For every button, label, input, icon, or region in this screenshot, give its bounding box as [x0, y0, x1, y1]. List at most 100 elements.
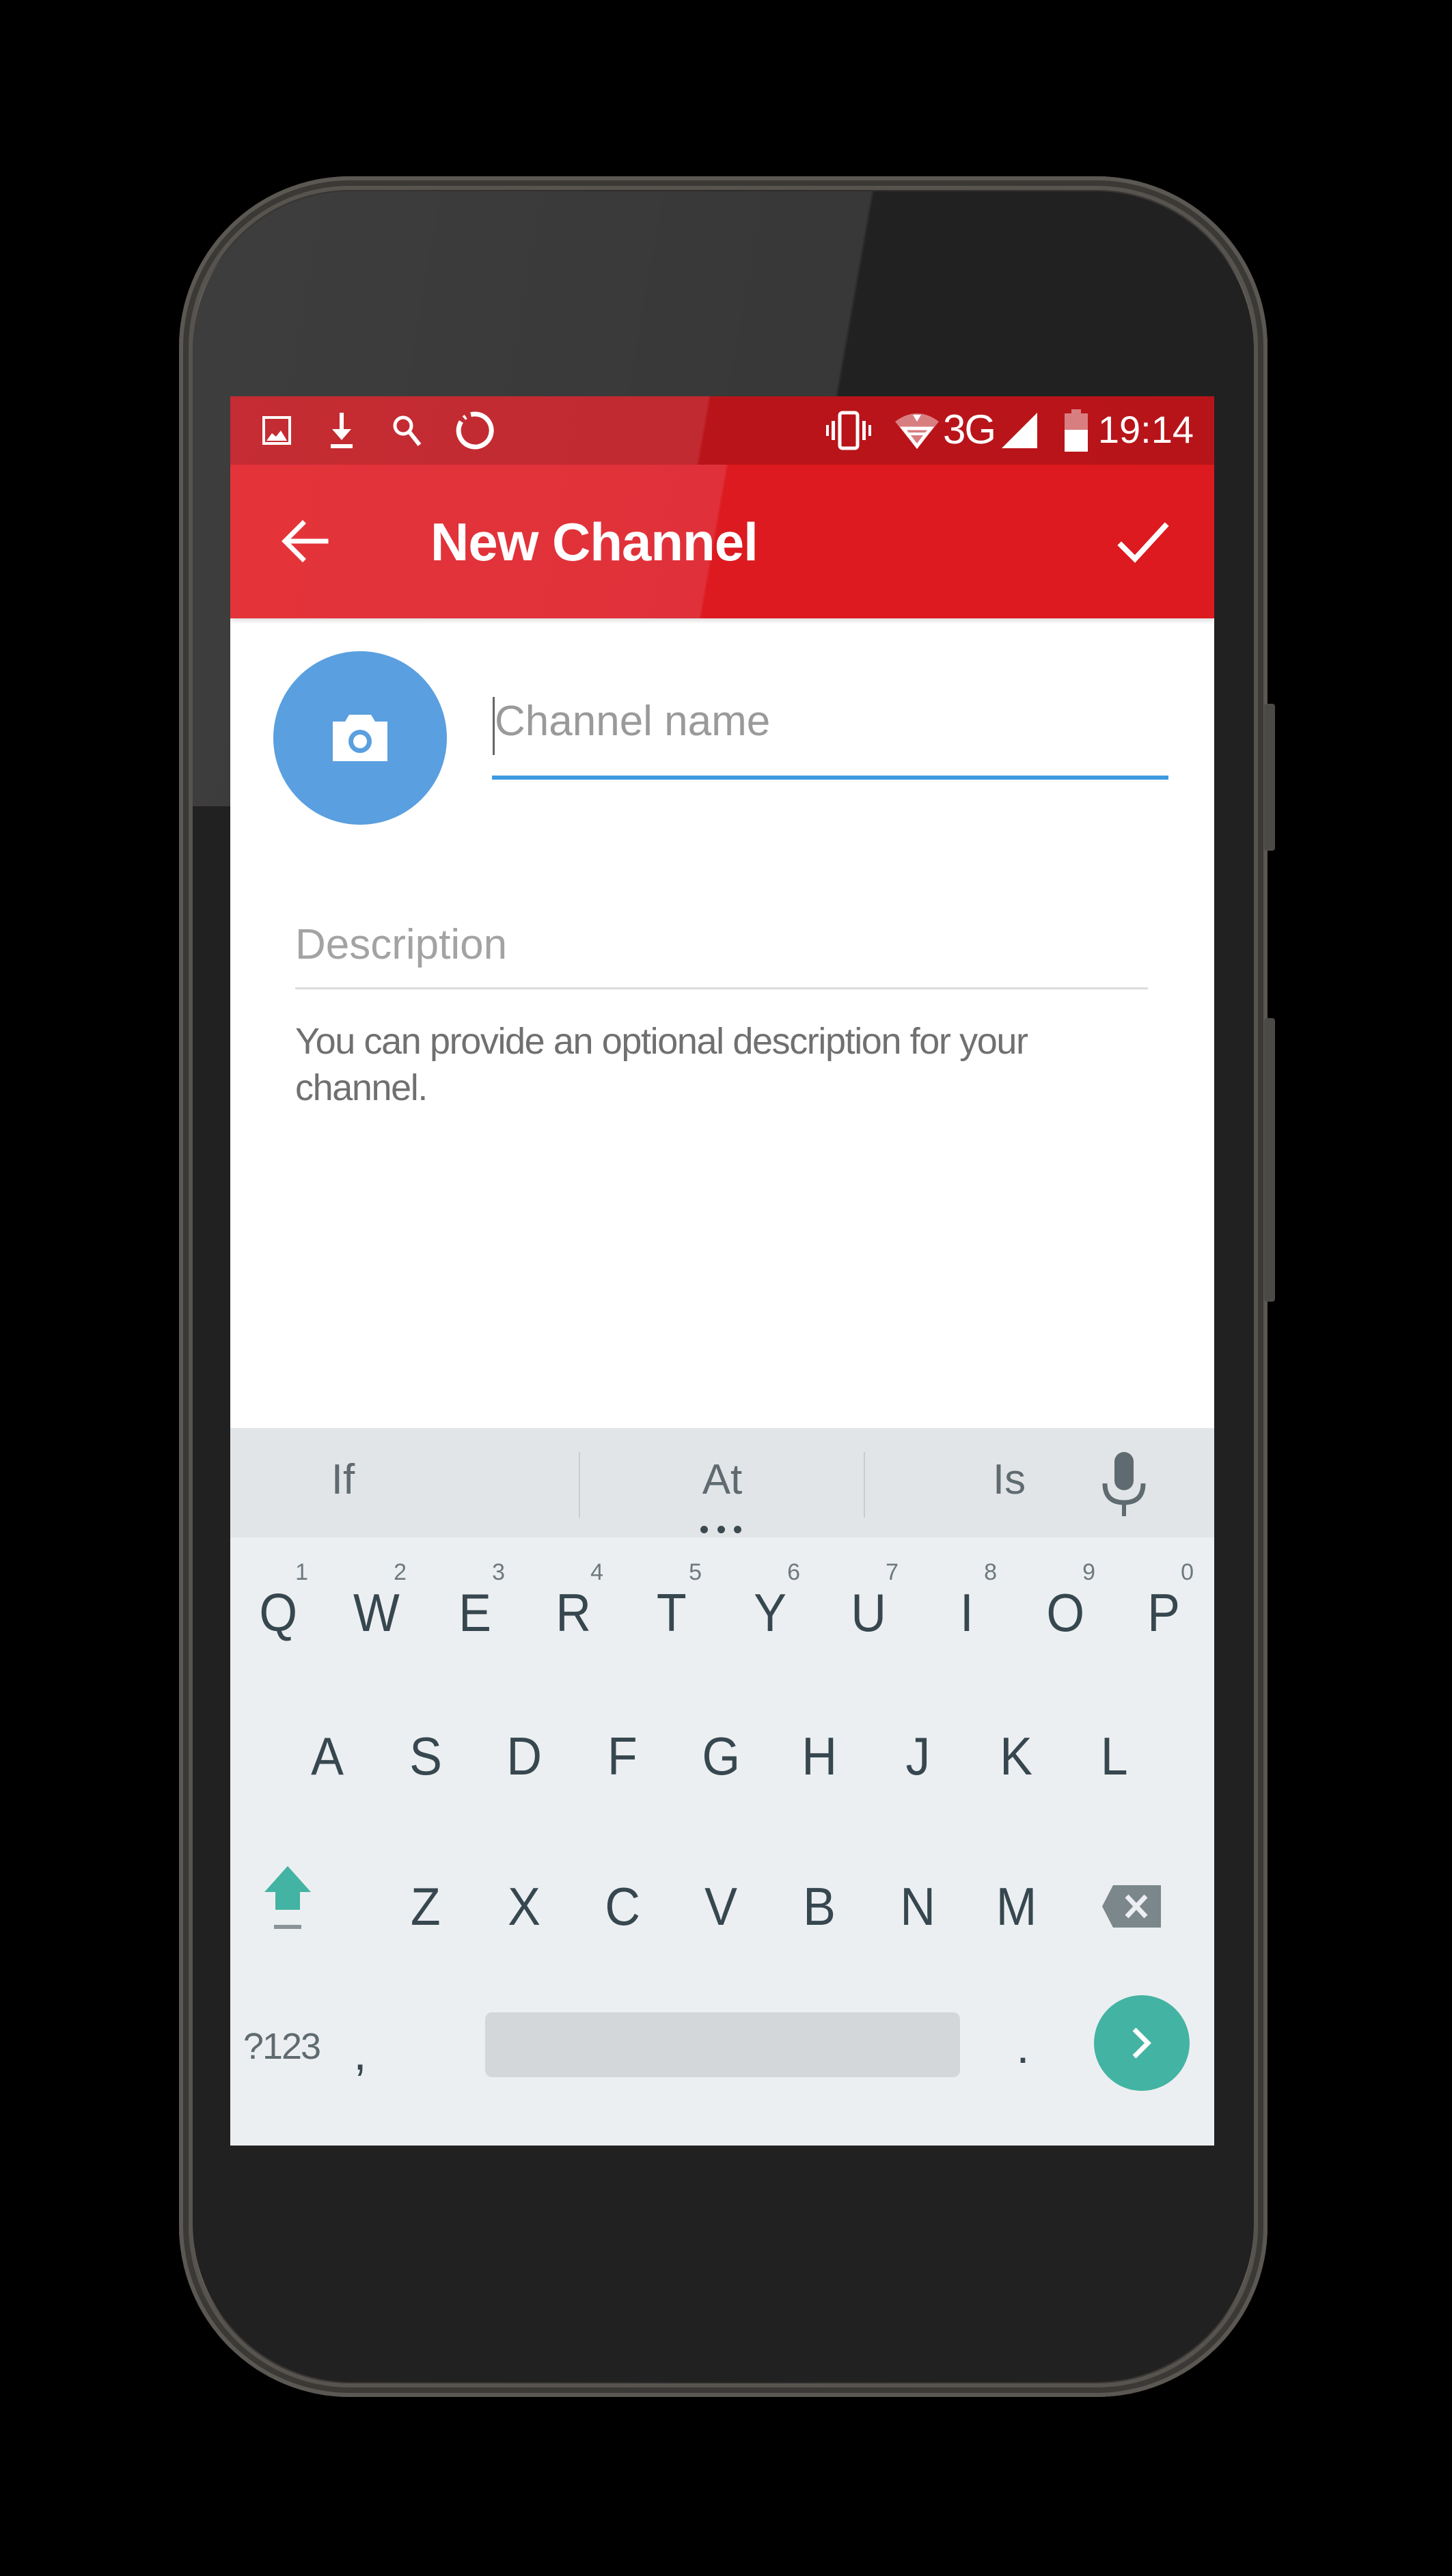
- key-hint: 4: [590, 1559, 603, 1585]
- network-type: 3G: [943, 407, 996, 452]
- key-label: G: [702, 1725, 740, 1786]
- key-b[interactable]: B: [771, 1838, 867, 1975]
- key-w[interactable]: W2: [329, 1544, 424, 1681]
- wifi-icon: [893, 410, 941, 451]
- shift-icon: [264, 1866, 311, 1929]
- key-label: R: [556, 1582, 591, 1643]
- key-o[interactable]: O9: [1017, 1544, 1113, 1681]
- key-label: Q: [259, 1582, 297, 1643]
- key-label: S: [409, 1725, 442, 1786]
- key-label: O: [1046, 1582, 1084, 1643]
- sync-icon: [452, 410, 497, 451]
- key-label: M: [996, 1876, 1037, 1936]
- key-label: E: [458, 1582, 491, 1643]
- key-label: F: [607, 1725, 638, 1786]
- shift-button[interactable]: [240, 1831, 335, 1968]
- backspace-icon: [1102, 1885, 1161, 1928]
- key-z[interactable]: Z: [378, 1838, 474, 1975]
- camera-icon: [333, 715, 387, 761]
- key-e[interactable]: E3: [427, 1544, 523, 1681]
- key-label: Z: [411, 1876, 441, 1936]
- description-input[interactable]: [295, 912, 1148, 977]
- key-label: V: [704, 1876, 737, 1936]
- suggestion-3[interactable]: Is: [900, 1455, 1119, 1510]
- key-s[interactable]: S: [378, 1688, 474, 1824]
- channel-name-field: [492, 687, 1171, 780]
- suggestion-1[interactable]: If: [271, 1455, 415, 1510]
- key-hint: 3: [492, 1559, 505, 1585]
- key-x[interactable]: X: [476, 1838, 572, 1975]
- key-hint: 1: [295, 1559, 308, 1585]
- period-label: .: [1016, 2020, 1030, 2073]
- key-h[interactable]: H: [771, 1688, 867, 1824]
- search-icon: [387, 410, 426, 451]
- key-hint: 6: [787, 1559, 800, 1585]
- key-q[interactable]: Q1: [230, 1544, 326, 1681]
- suggestion-divider: [864, 1452, 865, 1518]
- space-bar[interactable]: [485, 2012, 960, 2077]
- key-v[interactable]: V: [673, 1838, 769, 1975]
- key-n[interactable]: N: [870, 1838, 965, 1975]
- download-icon: [323, 410, 361, 451]
- key-hint: 2: [394, 1559, 407, 1585]
- description-helper-text: You can provide an optional description …: [295, 1021, 1028, 1108]
- backspace-button[interactable]: [1084, 1838, 1180, 1975]
- key-t[interactable]: T5: [624, 1544, 720, 1681]
- clock: 19:14: [1097, 408, 1194, 451]
- key-label: X: [508, 1876, 540, 1936]
- key-c[interactable]: C: [575, 1838, 670, 1975]
- key-d[interactable]: D: [476, 1688, 572, 1824]
- key-a[interactable]: A: [279, 1688, 375, 1824]
- description-underline: [295, 987, 1148, 989]
- suggestion-2[interactable]: At: [613, 1455, 832, 1510]
- enter-button[interactable]: [1094, 1995, 1190, 2091]
- key-hint: 0: [1181, 1559, 1194, 1585]
- done-button[interactable]: [1112, 512, 1173, 574]
- key-m[interactable]: M: [968, 1838, 1064, 1975]
- key-f[interactable]: F: [575, 1688, 670, 1824]
- key-hint: 7: [886, 1559, 899, 1585]
- power-button: [1264, 704, 1275, 851]
- key-label: I: [960, 1582, 974, 1643]
- microphone-icon: [1102, 1452, 1146, 1516]
- page-title: New Channel: [430, 512, 758, 572]
- key-label: K: [1000, 1725, 1032, 1786]
- check-icon: [1117, 522, 1169, 563]
- comma-label: ,: [353, 2027, 367, 2080]
- period-key[interactable]: .: [982, 1995, 1064, 2098]
- key-j[interactable]: J: [870, 1688, 965, 1824]
- symbols-button[interactable]: ?123: [230, 1995, 333, 2098]
- key-k[interactable]: K: [968, 1688, 1064, 1824]
- key-label: B: [803, 1876, 836, 1936]
- symbols-label: ?123: [243, 2026, 321, 2067]
- key-label: Y: [754, 1582, 786, 1643]
- volume-button: [1264, 1018, 1275, 1302]
- text-cursor: [493, 697, 495, 755]
- key-label: C: [605, 1876, 640, 1936]
- key-y[interactable]: Y6: [722, 1544, 818, 1681]
- key-hint: 9: [1082, 1559, 1095, 1585]
- key-p[interactable]: P0: [1116, 1544, 1211, 1681]
- key-g[interactable]: G: [673, 1688, 769, 1824]
- suggestion-strip: If At Is: [230, 1428, 1214, 1537]
- key-label: N: [900, 1876, 935, 1936]
- suggestion-divider: [579, 1452, 580, 1518]
- key-i[interactable]: I8: [919, 1544, 1015, 1681]
- key-label: W: [353, 1582, 400, 1643]
- battery-icon: [1059, 409, 1093, 452]
- status-bar: 3G 19:14: [230, 396, 1214, 465]
- back-button[interactable]: [278, 514, 333, 568]
- key-hint: 8: [984, 1559, 997, 1585]
- comma-key[interactable]: ,: [319, 2002, 401, 2105]
- screen: 3G 19:14 New Channel You can provide an: [230, 396, 1214, 2146]
- more-suggestions-icon[interactable]: [700, 1526, 741, 1534]
- key-label: T: [657, 1582, 687, 1643]
- key-l[interactable]: L: [1067, 1688, 1162, 1824]
- voice-input-button[interactable]: [1090, 1445, 1158, 1520]
- key-u[interactable]: U7: [821, 1544, 916, 1681]
- channel-name-input[interactable]: [492, 687, 1171, 755]
- key-r[interactable]: R4: [525, 1544, 621, 1681]
- key-label: H: [802, 1725, 837, 1786]
- set-photo-button[interactable]: [273, 651, 447, 825]
- vibrate-icon: [825, 410, 873, 451]
